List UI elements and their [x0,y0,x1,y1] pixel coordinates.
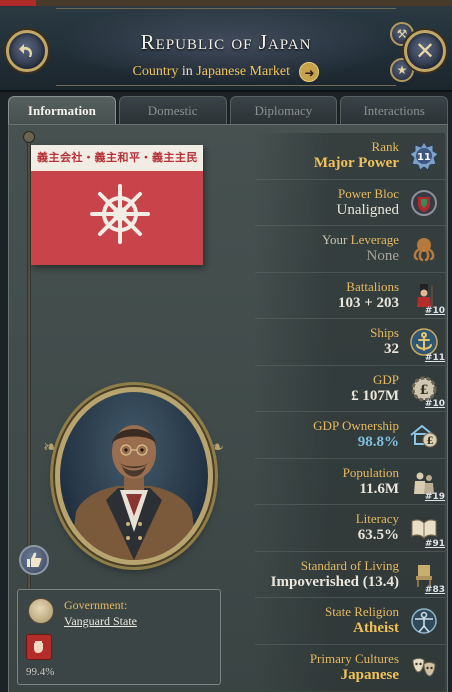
country-subtitle: Country in Japanese Market ➜ [60,62,392,82]
stat-sol-value: Impoverished (13.4) [270,573,399,590]
stat-rank-value: Major Power [313,155,399,171]
hammer-icon: ⚒ [396,27,408,41]
stat-power-bloc-value: Unaligned [336,201,399,218]
leader-portrait-image [70,425,198,560]
ownership-house-icon: £ [409,420,439,450]
back-arrow-icon [19,44,33,57]
star-icon: ★ [396,63,408,77]
svg-text:£: £ [419,383,428,398]
tab-diplomacy[interactable]: Diplomacy [229,96,338,124]
thumbs-up-icon [27,552,42,567]
government-type-link[interactable]: Vanguard State [64,614,137,629]
subtitle-in: in [181,64,193,80]
stat-gdp-ownership-label: GDP Ownership [313,418,399,433]
stat-leverage-label-prefix: Your [321,232,351,247]
government-box: Government: Vanguard State 99.4% [17,589,221,685]
masks-icon [409,653,439,683]
stat-cultures-label: Primary Cultures [309,650,399,666]
country-title: Republic of Japan [140,30,312,54]
stat-battalions[interactable]: Battalions 103 + 203 #10 [255,272,445,319]
stat-ships[interactable]: Ships 32 #11 [255,319,445,366]
approve-thumb-button[interactable] [19,545,49,575]
power-bloc-shield-icon [409,188,439,218]
ship-wheel-icon [90,184,150,244]
stat-gdp-ownership-value: 98.8% [357,434,399,450]
stat-religion-label: State Religion [324,604,399,619]
stat-ships-value: 32 [384,341,399,357]
stat-ships-label: Ships [370,325,399,340]
stat-sol-label: Standard of Living [300,557,399,573]
stat-gdp-ownership[interactable]: GDP Ownership 98.8% £ [255,412,445,459]
stat-gdp-rank[interactable]: #10 [425,399,445,409]
tab-interactions[interactable]: Interactions [340,96,448,124]
ruling-party-button[interactable] [26,634,52,660]
stat-battalions-rank[interactable]: #10 [425,306,445,316]
stat-primary-cultures[interactable]: Primary Cultures Japanese [255,644,445,691]
panel-tabs: Information Domestic Diplomacy Interacti… [8,94,448,124]
stat-sol-rank[interactable]: #83 [425,585,445,595]
fist-icon [34,641,43,653]
stat-population-rank[interactable]: #19 [425,492,445,502]
government-label: Government: [64,598,128,612]
stat-gdp-value: £ 107M [351,387,399,404]
vitruvian-icon [409,606,439,636]
leader-portrait[interactable] [55,387,213,565]
stat-power-bloc[interactable]: Power Bloc Unaligned [255,179,445,226]
stat-gdp[interactable]: GDP £ 107M £ #10 [255,365,445,412]
stat-leverage-label-keyword: Leverage [350,232,399,247]
stat-population-value: 11.6M [359,480,399,497]
stat-ships-rank[interactable]: #11 [425,353,445,363]
close-button[interactable]: ✕ [404,30,446,72]
stat-power-bloc-label: Power Bloc [337,185,399,201]
legitimacy-percent: 99.4% [26,666,55,678]
stats-column: Rank Major Power 11 Power Bloc Unaligned [255,133,445,691]
government-icon [28,598,54,624]
tab-domestic[interactable]: Domestic [118,96,227,124]
arrow-right-icon: ➜ [304,66,315,80]
stat-literacy[interactable]: Literacy 63.5% #91 [255,505,445,552]
top-strip [0,0,452,6]
frame-ornament-right: ❧ [209,437,225,458]
go-to-market-button[interactable]: ➜ [299,62,320,82]
information-panel: 義主会社・義主和平・義主主民 ❧ ❧ Government: Vanguard … [8,124,448,692]
country-type: Country [132,64,179,80]
stat-rank-label: Rank [371,139,399,154]
country-header: Republic of Japan Country in Japanese Ma… [0,0,452,92]
stat-gdp-label: GDP [372,371,399,387]
stat-literacy-rank[interactable]: #91 [425,539,445,549]
stat-rank[interactable]: Rank Major Power 11 [255,133,445,180]
stat-population-label: Population [342,464,399,480]
stat-leverage-value: None [366,248,400,264]
svg-text:£: £ [427,436,434,447]
stat-religion-value: Atheist [353,620,399,636]
rank-badge-number: 11 [417,152,431,163]
stat-leverage-label: Your Leverage [322,232,399,248]
flagpole-cap [23,131,35,143]
frame-ornament-left: ❧ [43,437,59,458]
stat-standard-of-living[interactable]: Standard of Living Impoverished (13.4) #… [255,551,445,598]
stat-literacy-value: 63.5% [357,527,399,543]
rank-badge-icon: 11 [409,141,439,171]
stat-battalions-label: Battalions [346,278,399,294]
stat-state-religion[interactable]: State Religion Atheist [255,598,445,645]
market-link[interactable]: Japanese Market [196,64,290,79]
stat-battalions-value: 103 + 203 [337,294,399,311]
stat-literacy-label: Literacy [355,511,399,526]
back-button[interactable] [6,30,48,72]
octopus-icon [409,234,439,264]
country-flag[interactable]: 義主会社・義主和平・義主主民 [31,145,203,265]
flag-banner-text: 義主会社・義主和平・義主主民 [37,151,197,164]
stat-cultures-value: Japanese [340,666,399,683]
stat-leverage[interactable]: Your Leverage None [255,226,445,273]
close-icon: ✕ [414,37,436,65]
stat-population[interactable]: Population 11.6M #19 [255,458,445,505]
tab-information[interactable]: Information [8,96,116,124]
